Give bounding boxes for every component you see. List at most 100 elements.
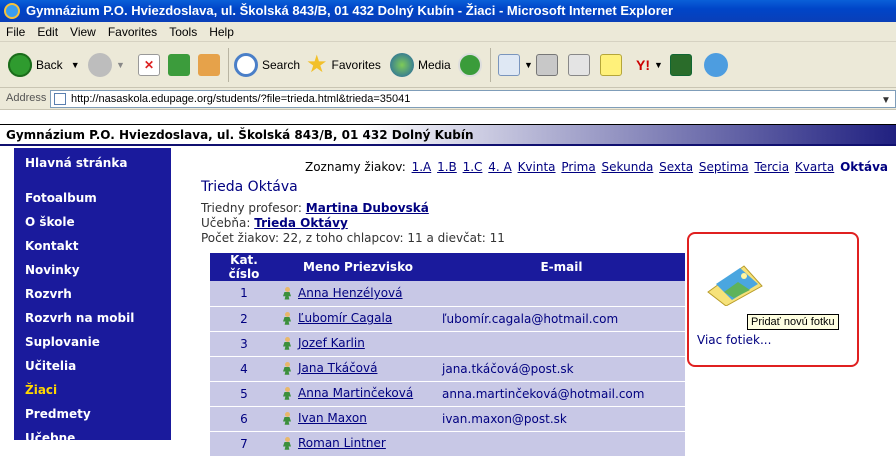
student-icon <box>282 361 292 376</box>
internet-explorer-icon <box>4 3 20 19</box>
star-icon: ★ <box>306 51 328 78</box>
class-link-septima[interactable]: Septima <box>699 160 749 174</box>
class-link-1c[interactable]: 1.C <box>463 160 483 174</box>
student-name-cell: Jana Tkáčová <box>278 356 438 382</box>
student-icon <box>282 311 292 326</box>
back-dropdown-icon[interactable]: ▼ <box>71 60 80 70</box>
address-input[interactable]: http://nasaskola.edupage.org/students/?f… <box>50 90 896 108</box>
sidebar-item-rozvrh-na-mobil[interactable]: Rozvrh na mobil <box>25 311 134 325</box>
class-link-kvinta[interactable]: Kvinta <box>518 160 556 174</box>
back-button[interactable]: Back ▼ <box>8 48 80 82</box>
class-link-4a[interactable]: 4. A <box>488 160 511 174</box>
column-header-email: E-mail <box>438 253 685 281</box>
address-dropdown-icon[interactable]: ▼ <box>881 93 893 109</box>
refresh-button[interactable] <box>168 48 190 82</box>
student-email <box>438 281 685 307</box>
student-name-link[interactable]: Ľubomír Cagala <box>298 311 392 325</box>
toolbar-separator <box>490 48 491 82</box>
stop-icon: ✕ <box>138 54 160 76</box>
page-icon <box>54 93 66 105</box>
class-link-oktava[interactable]: Oktáva <box>840 160 888 174</box>
site-header: Gymnázium P.O. Hviezdoslava, ul. Školská… <box>0 124 896 146</box>
sidebar-item-ucitelia[interactable]: Učitelia <box>25 359 76 373</box>
student-name-link[interactable]: Anna Henzélyová <box>298 286 403 300</box>
search-button[interactable]: Search <box>234 48 300 82</box>
add-photo-icon[interactable] <box>704 262 766 306</box>
menu-file[interactable]: File <box>0 22 31 42</box>
room-link[interactable]: Trieda Oktávy <box>254 216 348 230</box>
menu-edit[interactable]: Edit <box>31 22 64 42</box>
table-row: 4 Jana Tkáčová jana.tkáčová@post.sk <box>210 356 685 382</box>
yahoo-dropdown-icon[interactable]: ▼ <box>654 60 663 70</box>
class-link-1a[interactable]: 1.A <box>412 160 432 174</box>
table-row: 7 Roman Lintner <box>210 431 685 457</box>
messenger-button[interactable] <box>704 48 728 82</box>
window-title-bar: Gymnázium P.O. Hviezdoslava, ul. Školská… <box>0 0 896 22</box>
sidebar-item-novinky[interactable]: Novinky <box>25 263 80 277</box>
mail-dropdown-icon[interactable]: ▼ <box>524 60 533 70</box>
sidebar-item-o-skole[interactable]: O škole <box>25 215 75 229</box>
forward-button[interactable]: ▼ <box>88 48 125 82</box>
sidebar-item-ziaci[interactable]: Žiaci <box>25 383 57 397</box>
sidebar-item-suplovanie[interactable]: Suplovanie <box>25 335 100 349</box>
class-link-sexta[interactable]: Sexta <box>659 160 693 174</box>
class-list: Zoznamy žiakov: 1.A 1.B 1.C 4. A Kvinta … <box>305 160 888 174</box>
home-button[interactable] <box>198 48 220 82</box>
search-label: Search <box>262 58 301 72</box>
student-email: jana.tkáčová@post.sk <box>438 356 685 382</box>
menu-tools[interactable]: Tools <box>163 22 203 42</box>
student-name-link[interactable]: Ivan Maxon <box>298 411 367 425</box>
class-link-sekunda[interactable]: Sekunda <box>602 160 654 174</box>
class-link-1b[interactable]: 1.B <box>437 160 457 174</box>
student-name-cell: Anna Martinčeková <box>278 381 438 407</box>
sidebar-item-fotoalbum[interactable]: Fotoalbum <box>25 191 97 205</box>
yahoo-button[interactable]: Y! ▼ <box>636 48 663 82</box>
class-link-tercia[interactable]: Tercia <box>754 160 789 174</box>
discuss-button[interactable] <box>600 48 622 82</box>
menu-view[interactable]: View <box>64 22 102 42</box>
class-link-kvarta[interactable]: Kvarta <box>795 160 834 174</box>
media-label: Media <box>418 58 451 72</box>
research-icon <box>670 54 692 76</box>
student-name-link[interactable]: Jana Tkáčová <box>298 361 377 375</box>
student-email: ľubomír.cagala@hotmail.com <box>438 306 685 332</box>
room-line: Učebňa: Trieda Oktávy <box>201 216 348 230</box>
page-title: Trieda Oktáva <box>201 179 298 195</box>
menu-help[interactable]: Help <box>203 22 240 42</box>
sidebar-item-kontakt[interactable]: Kontakt <box>25 239 78 253</box>
media-button[interactable]: Media <box>390 48 451 82</box>
student-icon <box>282 411 292 426</box>
student-number: 2 <box>210 306 278 332</box>
research-button[interactable] <box>670 48 692 82</box>
sidebar-item-hlavna-stranka[interactable]: Hlavná stránka <box>25 156 127 170</box>
teacher-link[interactable]: Martina Dubovská <box>306 201 429 215</box>
favorites-button[interactable]: ★ Favorites <box>306 48 381 82</box>
column-header-name: Meno Priezvisko <box>278 253 438 281</box>
student-name-link[interactable]: Roman Lintner <box>298 436 386 450</box>
more-photos-link[interactable]: Viac fotiek... <box>697 333 771 347</box>
print-button[interactable] <box>536 48 558 82</box>
table-row: 2 Ľubomír Cagala ľubomír.cagala@hotmail.… <box>210 306 685 332</box>
student-email <box>438 431 685 457</box>
sidebar-item-ucebne[interactable]: Učebne <box>25 431 75 445</box>
menu-favorites[interactable]: Favorites <box>102 22 163 42</box>
forward-dropdown-icon[interactable]: ▼ <box>116 60 125 70</box>
history-button[interactable] <box>458 48 482 82</box>
edit-button[interactable] <box>568 48 590 82</box>
student-number: 1 <box>210 281 278 307</box>
student-name-link[interactable]: Anna Martinčeková <box>298 386 413 400</box>
sidebar-item-predmety[interactable]: Predmety <box>25 407 91 421</box>
student-name-link[interactable]: Jozef Karlin <box>298 336 365 350</box>
messenger-icon <box>704 53 728 77</box>
student-number: 4 <box>210 356 278 382</box>
mail-button[interactable]: ▼ <box>498 48 533 82</box>
sidebar-item-rozvrh[interactable]: Rozvrh <box>25 287 72 301</box>
mail-icon <box>498 54 520 76</box>
add-photo-tooltip: Pridať novú fotku <box>747 314 839 330</box>
class-link-prima[interactable]: Prima <box>561 160 595 174</box>
table-row: 6 Ivan Maxon ivan.maxon@post.sk <box>210 406 685 432</box>
student-icon <box>282 386 292 401</box>
stop-button[interactable]: ✕ <box>138 48 160 82</box>
student-number: 6 <box>210 406 278 432</box>
standard-toolbar: Back ▼ ▼ ✕ Search ★ Favorites Media ▼ Y!… <box>0 42 896 88</box>
